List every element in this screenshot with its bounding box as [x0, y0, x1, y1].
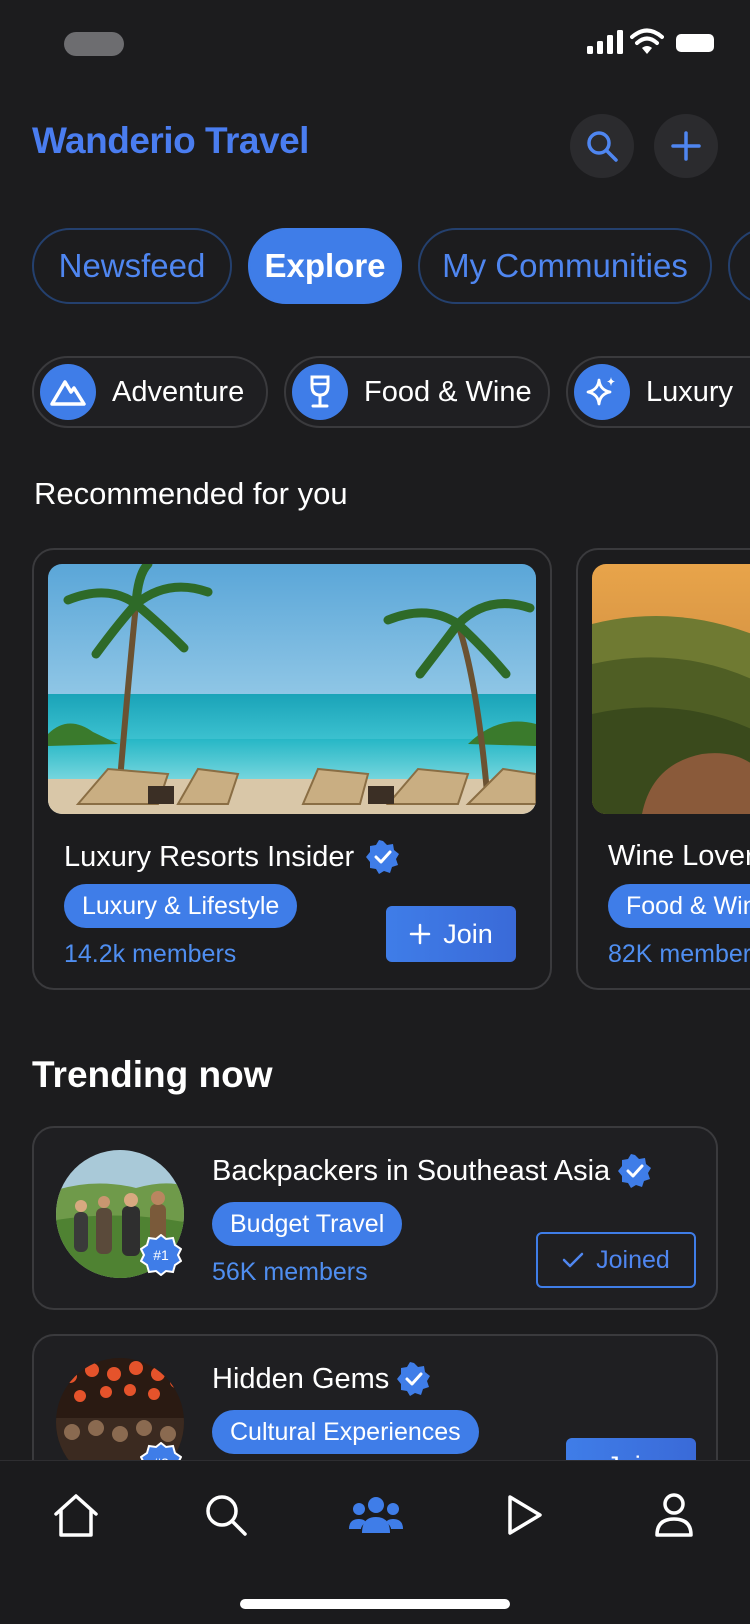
member-count: 82K members — [608, 940, 750, 968]
nav-home[interactable] — [48, 1487, 104, 1543]
community-card[interactable]: Wine Lovers Food & Wine 82K members — [576, 548, 750, 990]
rank-badge-icon: #1 — [140, 1234, 182, 1276]
status-bar — [0, 0, 750, 90]
checkmark-icon — [562, 1252, 584, 1268]
feed-tabs: Newsfeed Explore My Communities — [32, 228, 750, 304]
sparkles-icon — [586, 377, 615, 406]
category-tag: Cultural Experiences — [212, 1410, 479, 1454]
wine-vineyard-image — [592, 564, 750, 814]
add-button[interactable] — [654, 114, 718, 178]
profile-icon — [655, 1493, 693, 1537]
cellular-signal-icon — [587, 30, 623, 54]
search-button[interactable] — [570, 114, 634, 178]
section-title-recommended: Recommended for you — [34, 476, 348, 511]
search-icon — [206, 1495, 247, 1536]
member-count: 56K members — [212, 1258, 368, 1286]
category-tag: Food & Wine — [608, 884, 750, 928]
nav-profile[interactable] — [646, 1487, 702, 1543]
member-count: 14.2k members — [64, 940, 237, 968]
bottom-navigation — [0, 1460, 750, 1624]
nav-communities[interactable] — [348, 1487, 404, 1543]
chip-adventure[interactable]: Adventure — [32, 356, 268, 428]
chip-food-wine[interactable]: Food & Wine — [284, 356, 550, 428]
home-indicator — [240, 1599, 510, 1609]
nav-search[interactable] — [198, 1487, 254, 1543]
wine-glass-icon — [310, 375, 330, 408]
join-button[interactable]: Join — [386, 906, 516, 962]
search-icon — [587, 131, 618, 162]
tab-newsfeed[interactable]: Newsfeed — [32, 228, 232, 304]
tab-overflow[interactable] — [728, 228, 750, 304]
trending-community-card[interactable]: #1 Backpackers in Southeast Asia Budget … — [32, 1126, 718, 1310]
joined-button[interactable]: Joined — [536, 1232, 696, 1288]
chip-label: Adventure — [112, 375, 245, 408]
section-title-trending: Trending now — [32, 1054, 273, 1095]
wifi-icon — [630, 28, 664, 54]
resort-pool-image — [48, 564, 536, 814]
category-tag: Luxury & Lifestyle — [64, 884, 298, 928]
tab-explore[interactable]: Explore — [248, 228, 402, 304]
chip-luxury[interactable]: Luxury — [566, 356, 750, 428]
chip-label: Luxury — [646, 375, 734, 408]
battery-icon — [676, 34, 714, 52]
dynamic-island-pill — [64, 32, 124, 56]
category-chips: Adventure Food & Wine Luxury — [32, 356, 750, 428]
community-name: Hidden Gems — [212, 1362, 431, 1396]
plus-icon — [671, 131, 701, 161]
verified-badge-icon — [366, 840, 400, 874]
category-tag: Budget Travel — [212, 1202, 403, 1246]
verified-badge-icon — [397, 1362, 431, 1396]
community-icon — [349, 1497, 403, 1533]
community-name: Wine Lovers — [608, 840, 750, 872]
app-title: Wanderio Travel — [32, 120, 309, 161]
community-name: Luxury Resorts Insider — [64, 840, 400, 874]
play-icon — [508, 1495, 542, 1535]
recommended-carousel[interactable]: Luxury Resorts Insider Luxury & Lifestyl… — [32, 548, 750, 990]
rank-label: #1 — [153, 1247, 169, 1263]
community-card[interactable]: Luxury Resorts Insider Luxury & Lifestyl… — [32, 548, 552, 990]
tab-my-communities[interactable]: My Communities — [418, 228, 712, 304]
community-name: Backpackers in Southeast Asia — [212, 1154, 652, 1188]
chip-label: Food & Wine — [364, 375, 532, 408]
home-icon — [54, 1494, 98, 1537]
verified-badge-icon — [618, 1154, 652, 1188]
nav-videos[interactable] — [496, 1487, 552, 1543]
plus-icon — [409, 923, 431, 945]
mountain-icon — [50, 380, 86, 406]
app-header: Wanderio Travel — [32, 110, 718, 180]
